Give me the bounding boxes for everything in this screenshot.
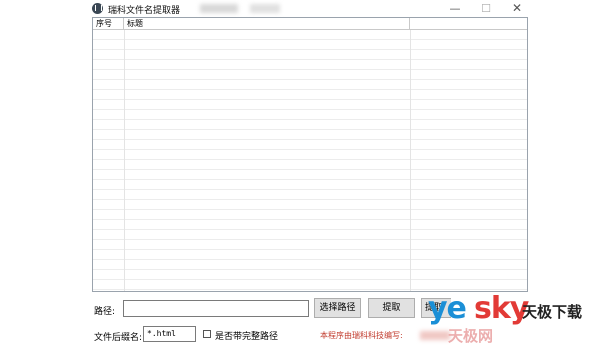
column-divider [410, 30, 411, 291]
select-path-button[interactable]: 选择路径 [314, 298, 361, 318]
yesky-watermark: ye sky 天极下载 天极网 [428, 293, 600, 351]
extension-input[interactable]: *.html [143, 326, 196, 342]
window-title: 瑞科文件名提取器 [108, 6, 181, 16]
column-header-index[interactable]: 序号 [93, 18, 124, 30]
column-header-title[interactable]: 标题 [124, 18, 410, 30]
watermark-brand: 天极下载 [522, 303, 583, 321]
column-header-extra[interactable] [410, 18, 527, 30]
extract-button[interactable]: 提取 [368, 298, 415, 318]
minimize-button[interactable]: — [440, 0, 470, 17]
list-header: 序号 标题 [93, 18, 527, 30]
watermark-sub: 天极网 [448, 327, 494, 345]
app-icon [92, 3, 103, 14]
list-rows[interactable] [93, 30, 527, 291]
path-input[interactable] [123, 300, 309, 317]
full-path-checkbox-label[interactable]: 是否带完整路径 [215, 329, 278, 342]
file-list[interactable]: 序号 标题 [92, 17, 528, 292]
close-button[interactable]: ✕ [502, 0, 532, 17]
path-label: 路径: [94, 307, 116, 317]
blurred-title-region [200, 4, 238, 13]
title-bar: 瑞科文件名提取器 — ☐ ✕ [0, 0, 600, 17]
extension-label: 文件后缀名: [94, 333, 143, 343]
column-divider [124, 30, 125, 291]
full-path-checkbox[interactable] [203, 330, 211, 338]
maximize-button[interactable]: ☐ [471, 0, 501, 17]
watermark-sky: sky [474, 291, 529, 326]
watermark-ye: ye [428, 291, 467, 326]
blurred-title-region [250, 4, 280, 13]
credit-text: 本程序由瑞科科技编写: [320, 331, 403, 340]
